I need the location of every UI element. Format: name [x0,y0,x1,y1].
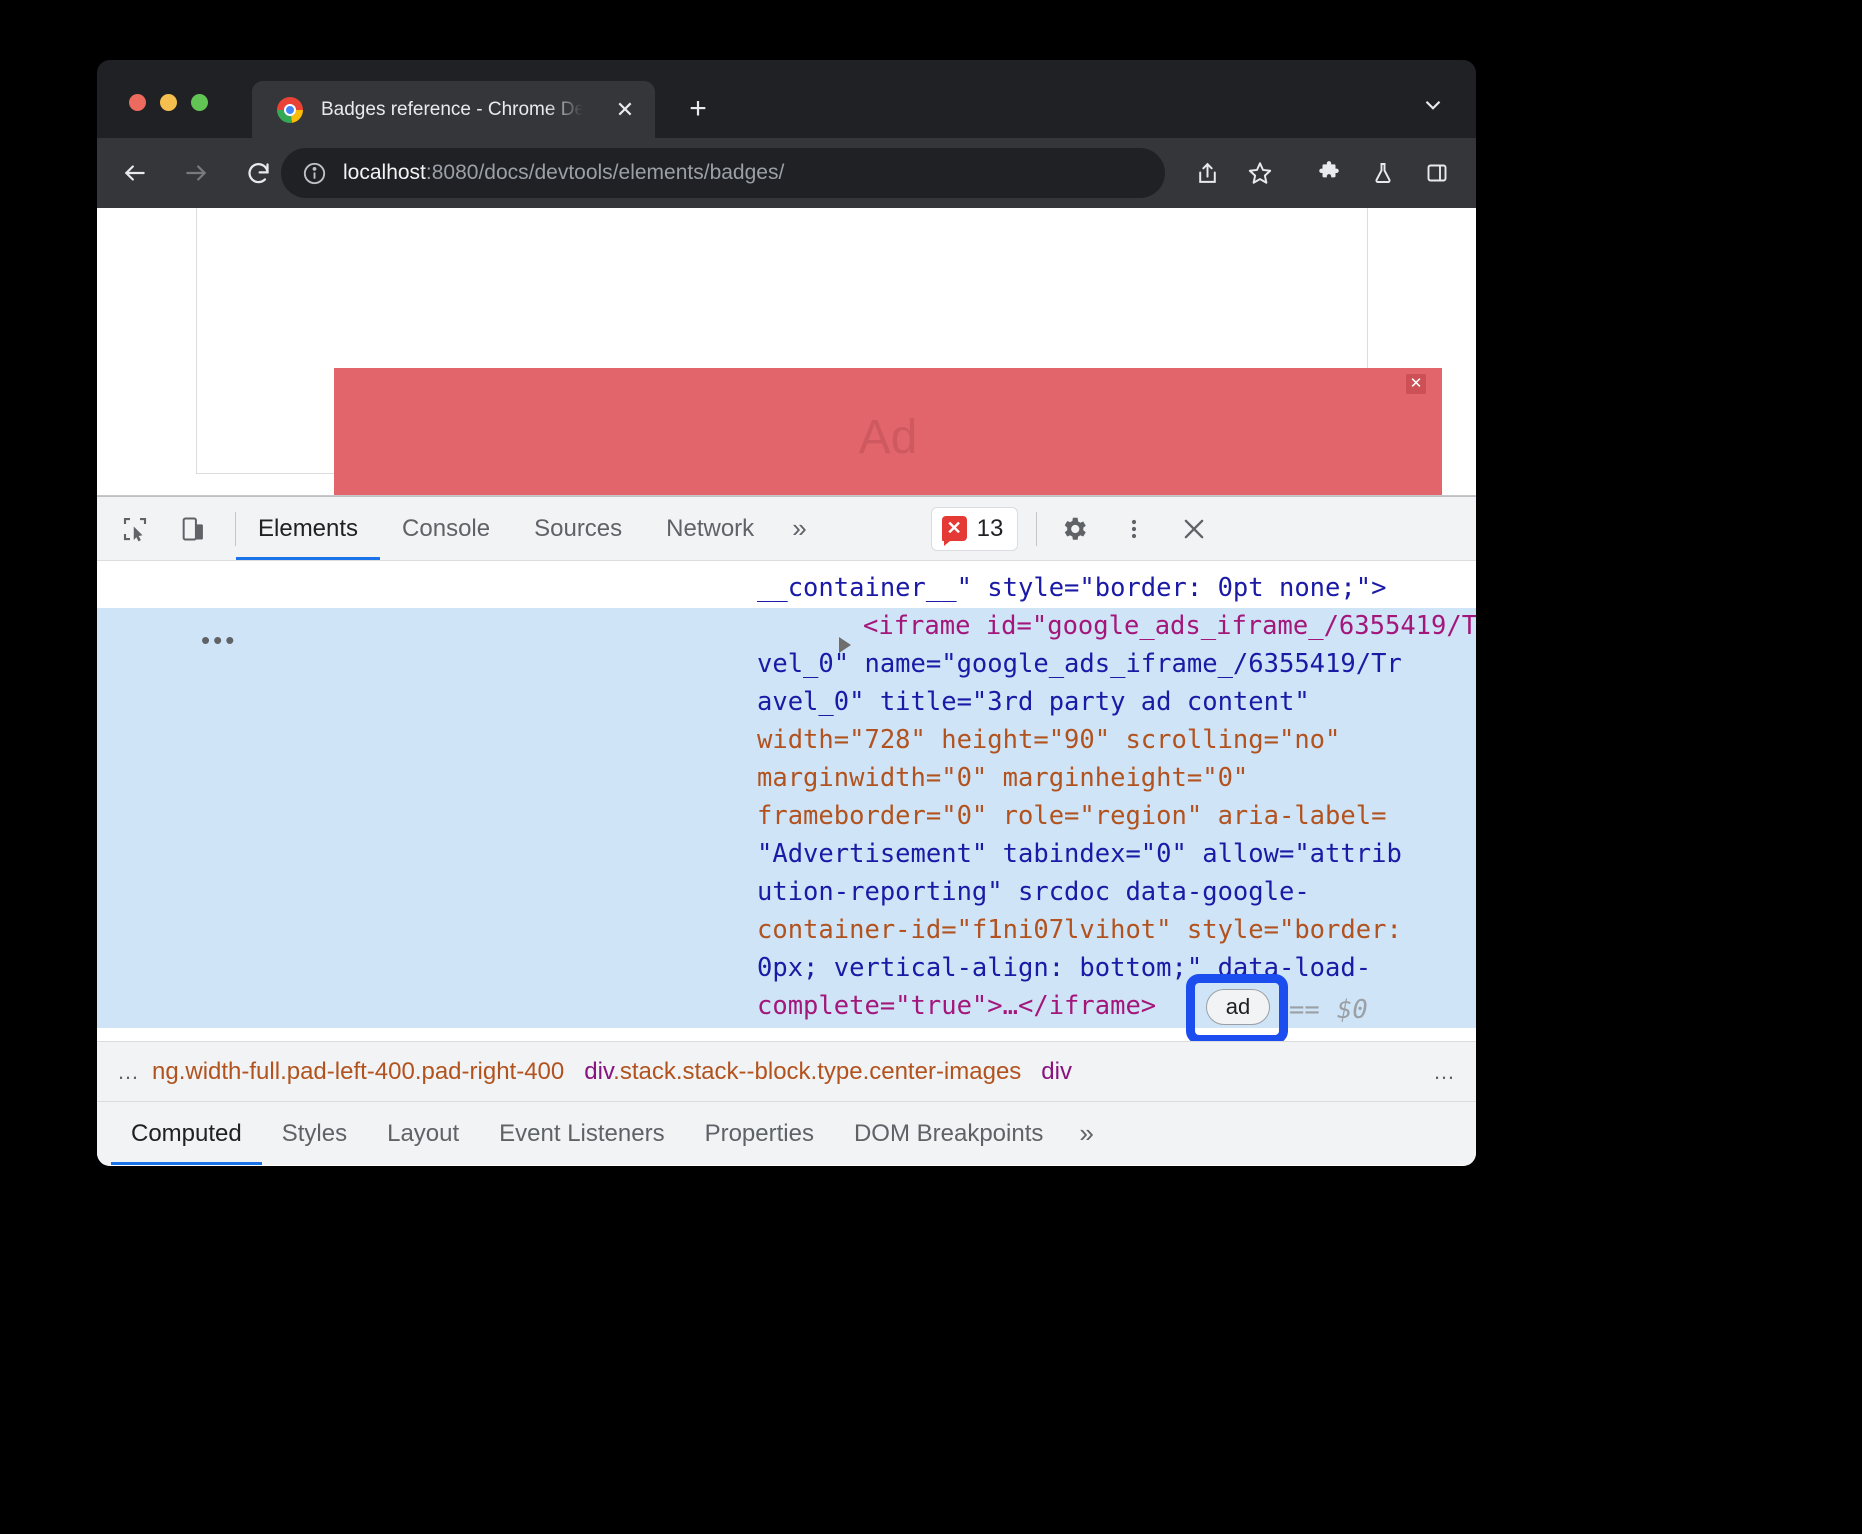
settings-gear-icon[interactable] [1051,506,1097,552]
ad-close-icon[interactable]: ✕ [1406,374,1426,394]
chevron-down-icon[interactable] [1420,92,1446,118]
url-path: :8080/docs/devtools/elements/badges/ [426,161,784,184]
device-toolbar-icon[interactable] [173,509,213,549]
browser-toolbar: localhost:8080/docs/devtools/elements/ba… [97,138,1476,208]
title-bar: Badges reference - Chrome De ✕ + [97,60,1476,138]
breadcrumb-tag: div [1041,1058,1072,1085]
dom-code-line: width="728" height="90" scrolling="no" [757,721,1340,759]
dom-code-line: __container__" style="border: 0pt none;"… [757,569,1386,607]
dom-code-line: vel_0" name="google_ads_iframe_/6355419/… [757,645,1402,683]
devtools-sidebar-tabs: Computed Styles Layout Event Listeners P… [97,1101,1476,1165]
breadcrumb-classes: .stack.stack--block.type.center-images [613,1058,1021,1085]
drawer-tabs-overflow-icon[interactable]: » [1063,1118,1109,1149]
info-icon[interactable] [302,161,327,186]
dom-code-line: frameborder="0" role="region" aria-label… [757,797,1386,835]
tab-layout[interactable]: Layout [367,1102,479,1165]
tab-properties[interactable]: Properties [685,1102,834,1165]
browser-tab[interactable]: Badges reference - Chrome De ✕ [252,81,655,138]
dom-selected-eq: == [1289,991,1320,1029]
bookmark-star-icon[interactable] [1240,153,1280,193]
dom-code-line: ution-reporting" srcdoc data-google- [757,873,1310,911]
inspect-element-icon[interactable] [115,509,155,549]
url-text: localhost:8080/docs/devtools/elements/ba… [343,161,784,185]
dom-code-line: container-id="f1ni07lvihot" style="borde… [757,911,1402,949]
dom-code-line: "Advertisement" tabindex="0" allow="attr… [757,835,1402,873]
address-bar[interactable]: localhost:8080/docs/devtools/elements/ba… [281,148,1165,198]
extensions-puzzle-icon[interactable] [1309,153,1349,193]
tab-close-icon[interactable]: ✕ [613,98,637,122]
side-panel-icon[interactable] [1417,153,1457,193]
tab-event-listeners[interactable]: Event Listeners [479,1102,684,1165]
breadcrumb-tag: div [584,1058,613,1085]
tab-dom-breakpoints[interactable]: DOM Breakpoints [834,1102,1063,1165]
dom-closing-tag: </div> [727,1034,819,1041]
url-host: localhost [343,161,426,184]
browser-window: Badges reference - Chrome De ✕ + [97,60,1476,1166]
dom-context-ellipsis[interactable]: ••• [201,621,237,659]
dom-code-line: marginwidth="0" marginheight="0" [757,759,1248,797]
dom-code-line: 0px; vertical-align: bottom;" data-load- [757,949,1371,987]
dom-code-line: <iframe id="google_ads_iframe_/6355419/T… [863,607,1476,645]
tab-console[interactable]: Console [380,497,512,560]
error-x-icon: ✕ [942,516,967,541]
chrome-favicon-icon [277,97,303,123]
devtools-panel: Elements Console Sources Network » ✕ 13 [97,496,1476,1166]
share-icon[interactable] [1187,153,1227,193]
back-icon[interactable] [114,152,156,194]
more-options-kebab-icon[interactable] [1111,506,1157,552]
page-content-frame: Ad ✕ Resources 1× 0.5× 0.25× Rerun [196,208,1368,474]
breadcrumb-item[interactable]: ng.width-full.pad-left-400.pad-right-400 [142,1058,574,1086]
tab-styles[interactable]: Styles [262,1102,367,1165]
breadcrumb-overflow-right[interactable]: … [1419,1059,1458,1085]
ad-badge[interactable]: ad [1206,989,1270,1025]
new-tab-button[interactable]: + [677,88,719,130]
tab-computed[interactable]: Computed [111,1102,262,1165]
tab-title: Badges reference - Chrome De [321,99,583,121]
breadcrumb-overflow-left[interactable]: … [117,1059,142,1085]
toolbar-divider-2 [1036,512,1037,546]
experiments-flask-icon[interactable] [1363,153,1403,193]
breadcrumb-item[interactable]: div.stack.stack--block.type.center-image… [574,1058,1031,1086]
close-devtools-icon[interactable] [1171,506,1217,552]
error-count-badge[interactable]: ✕ 13 [931,507,1019,551]
dom-selected-ref: $0 [1337,991,1368,1029]
dom-tree[interactable]: ••• __container__" style="border: 0pt no… [97,561,1476,1041]
tabs-overflow-icon[interactable]: » [776,497,822,560]
window-maximize-button[interactable] [191,94,208,111]
tab-elements[interactable]: Elements [236,497,380,560]
window-minimize-button[interactable] [160,94,177,111]
ad-banner: Ad ✕ [334,368,1442,496]
dom-code-line: avel_0" title="3rd party ad content" [757,683,1310,721]
profile-icon[interactable] [1470,153,1476,193]
reload-icon[interactable] [237,152,279,194]
dom-code-line: complete="true">…</iframe> [757,987,1156,1025]
page-viewport: Ad ✕ Resources 1× 0.5× 0.25× Rerun [97,208,1476,496]
error-count-label: 13 [977,515,1004,543]
forward-icon[interactable] [175,152,217,194]
devtools-toolbar: Elements Console Sources Network » ✕ 13 [97,497,1476,561]
tab-sources[interactable]: Sources [512,497,644,560]
breadcrumb: … ng.width-full.pad-left-400.pad-right-4… [97,1041,1476,1101]
breadcrumb-item[interactable]: div [1031,1058,1082,1086]
ad-banner-label: Ad [859,410,918,465]
window-close-button[interactable] [129,94,146,111]
tab-network[interactable]: Network [644,497,776,560]
breadcrumb-classes: ng.width-full.pad-left-400.pad-right-400 [152,1058,564,1085]
